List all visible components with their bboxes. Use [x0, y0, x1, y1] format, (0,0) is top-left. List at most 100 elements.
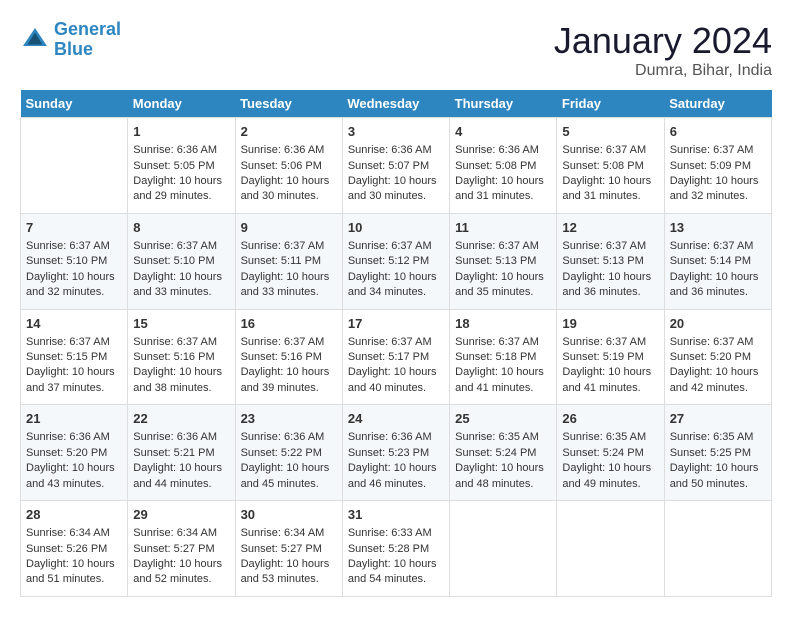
day-info-line: Daylight: 10 hours	[133, 557, 229, 572]
calendar-cell: 17Sunrise: 6:37 AMSunset: 5:17 PMDayligh…	[342, 309, 449, 405]
calendar-cell	[664, 501, 771, 597]
calendar-cell: 1Sunrise: 6:36 AMSunset: 5:05 PMDaylight…	[128, 118, 235, 214]
calendar-cell: 23Sunrise: 6:36 AMSunset: 5:22 PMDayligh…	[235, 405, 342, 501]
day-info-line: Sunset: 5:08 PM	[562, 159, 658, 174]
title-area: January 2024 Dumra, Bihar, India	[554, 20, 772, 80]
calendar-cell: 6 Sunrise: 6:37 AMSunset: 5:09 PMDaylight…	[664, 118, 771, 214]
day-info-line: Sunset: 5:10 PM	[26, 254, 122, 269]
header-wednesday: Wednesday	[342, 90, 449, 118]
day-info-line: Sunset: 5:08 PM	[455, 159, 551, 174]
day-info-line: Sunset: 5:09 PM	[670, 159, 766, 174]
day-info-line: Daylight: 10 hours	[241, 365, 337, 380]
day-info-line: Sunrise: 6:37 AM	[562, 143, 658, 158]
day-number: 15	[133, 315, 229, 333]
day-info-line: Sunrise: 6:37 AM	[26, 335, 122, 350]
logo-text: General Blue	[54, 20, 121, 60]
day-info-line: and 40 minutes.	[348, 381, 444, 396]
day-number: 19	[562, 315, 658, 333]
day-info-line: and 30 minutes.	[348, 189, 444, 204]
day-info-line: Sunset: 5:10 PM	[133, 254, 229, 269]
day-info-line: Daylight: 10 hours	[455, 174, 551, 189]
day-number: 3	[348, 123, 444, 141]
calendar-cell: 4Sunrise: 6:36 AMSunset: 5:08 PMDaylight…	[450, 118, 557, 214]
calendar-cell: 11Sunrise: 6:37 AMSunset: 5:13 PMDayligh…	[450, 213, 557, 309]
calendar-cell: 30Sunrise: 6:34 AMSunset: 5:27 PMDayligh…	[235, 501, 342, 597]
calendar-cell: 22Sunrise: 6:36 AMSunset: 5:21 PMDayligh…	[128, 405, 235, 501]
day-info-line: and 34 minutes.	[348, 285, 444, 300]
day-number: 5	[562, 123, 658, 141]
day-info-line: Sunset: 5:14 PM	[670, 254, 766, 269]
day-number: 21	[26, 410, 122, 428]
day-info-line: Daylight: 10 hours	[562, 174, 658, 189]
calendar-cell: 28Sunrise: 6:34 AMSunset: 5:26 PMDayligh…	[21, 501, 128, 597]
day-number: 26	[562, 410, 658, 428]
day-info-line: Sunset: 5:06 PM	[241, 159, 337, 174]
day-info-line: and 44 minutes.	[133, 477, 229, 492]
day-info-line: Sunrise: 6:34 AM	[26, 526, 122, 541]
day-info-line: Sunrise: 6:34 AM	[241, 526, 337, 541]
day-info-line: Daylight: 10 hours	[348, 461, 444, 476]
day-info-line: Sunset: 5:20 PM	[670, 350, 766, 365]
day-info-line: Daylight: 10 hours	[455, 365, 551, 380]
day-info-line: and 38 minutes.	[133, 381, 229, 396]
day-number: 25	[455, 410, 551, 428]
day-info-line: and 43 minutes.	[26, 477, 122, 492]
calendar-cell	[21, 118, 128, 214]
day-info-line: Daylight: 10 hours	[670, 365, 766, 380]
day-info-line: Sunrise: 6:35 AM	[562, 430, 658, 445]
day-info-line: Sunrise: 6:37 AM	[455, 335, 551, 350]
logo-line2: Blue	[54, 39, 93, 59]
day-number: 28	[26, 506, 122, 524]
day-number: 27	[670, 410, 766, 428]
day-number: 31	[348, 506, 444, 524]
day-info-line: Sunset: 5:15 PM	[26, 350, 122, 365]
day-info-line: Daylight: 10 hours	[348, 557, 444, 572]
day-info-line: Sunrise: 6:33 AM	[348, 526, 444, 541]
logo: General Blue	[20, 20, 121, 60]
week-row-1: 1Sunrise: 6:36 AMSunset: 5:05 PMDaylight…	[21, 118, 772, 214]
day-info-line: Sunrise: 6:36 AM	[455, 143, 551, 158]
logo-icon	[20, 25, 50, 55]
day-info-line: Daylight: 10 hours	[241, 557, 337, 572]
day-info-line: Sunrise: 6:37 AM	[562, 239, 658, 254]
header-tuesday: Tuesday	[235, 90, 342, 118]
calendar-cell: 9Sunrise: 6:37 AMSunset: 5:11 PMDaylight…	[235, 213, 342, 309]
day-info-line: Daylight: 10 hours	[133, 461, 229, 476]
week-row-3: 14Sunrise: 6:37 AMSunset: 5:15 PMDayligh…	[21, 309, 772, 405]
calendar-cell: 26Sunrise: 6:35 AMSunset: 5:24 PMDayligh…	[557, 405, 664, 501]
day-info-line: Sunset: 5:11 PM	[241, 254, 337, 269]
day-info-line: Sunrise: 6:35 AM	[455, 430, 551, 445]
day-info-line: Sunrise: 6:36 AM	[133, 430, 229, 445]
day-info-line: Sunrise: 6:37 AM	[241, 239, 337, 254]
day-info-line: Sunrise: 6:35 AM	[670, 430, 766, 445]
day-info-line: Sunset: 5:27 PM	[241, 542, 337, 557]
day-number: 14	[26, 315, 122, 333]
calendar-cell: 13Sunrise: 6:37 AMSunset: 5:14 PMDayligh…	[664, 213, 771, 309]
calendar-cell: 31 Sunrise: 6:33 AMSunset: 5:28 PMDayligh…	[342, 501, 449, 597]
day-number: 23	[241, 410, 337, 428]
day-number: 2	[241, 123, 337, 141]
day-info-line: and 36 minutes.	[562, 285, 658, 300]
day-info-line: Sunset: 5:25 PM	[670, 446, 766, 461]
day-number: 12	[562, 219, 658, 237]
main-title: January 2024	[554, 20, 772, 62]
day-info-line: Sunrise: 6:34 AM	[133, 526, 229, 541]
calendar-cell: 27 Sunrise: 6:35 AMSunset: 5:25 PMDayligh…	[664, 405, 771, 501]
day-number: 6	[670, 123, 766, 141]
day-info-line: Sunrise: 6:36 AM	[348, 143, 444, 158]
week-row-5: 28Sunrise: 6:34 AMSunset: 5:26 PMDayligh…	[21, 501, 772, 597]
day-info-line: Daylight: 10 hours	[241, 461, 337, 476]
day-info-line: Daylight: 10 hours	[670, 461, 766, 476]
day-number: 22	[133, 410, 229, 428]
day-info-line: Sunrise: 6:37 AM	[348, 239, 444, 254]
day-info-line: Sunset: 5:19 PM	[562, 350, 658, 365]
day-info-line: Daylight: 10 hours	[670, 174, 766, 189]
day-number: 24	[348, 410, 444, 428]
day-info-line: Daylight: 10 hours	[133, 174, 229, 189]
day-info-line: Sunset: 5:28 PM	[348, 542, 444, 557]
day-info-line: Sunset: 5:13 PM	[455, 254, 551, 269]
day-info-line: Sunrise: 6:37 AM	[670, 143, 766, 158]
day-info-line: and 42 minutes.	[670, 381, 766, 396]
calendar-cell	[557, 501, 664, 597]
day-info-line: Sunrise: 6:37 AM	[455, 239, 551, 254]
